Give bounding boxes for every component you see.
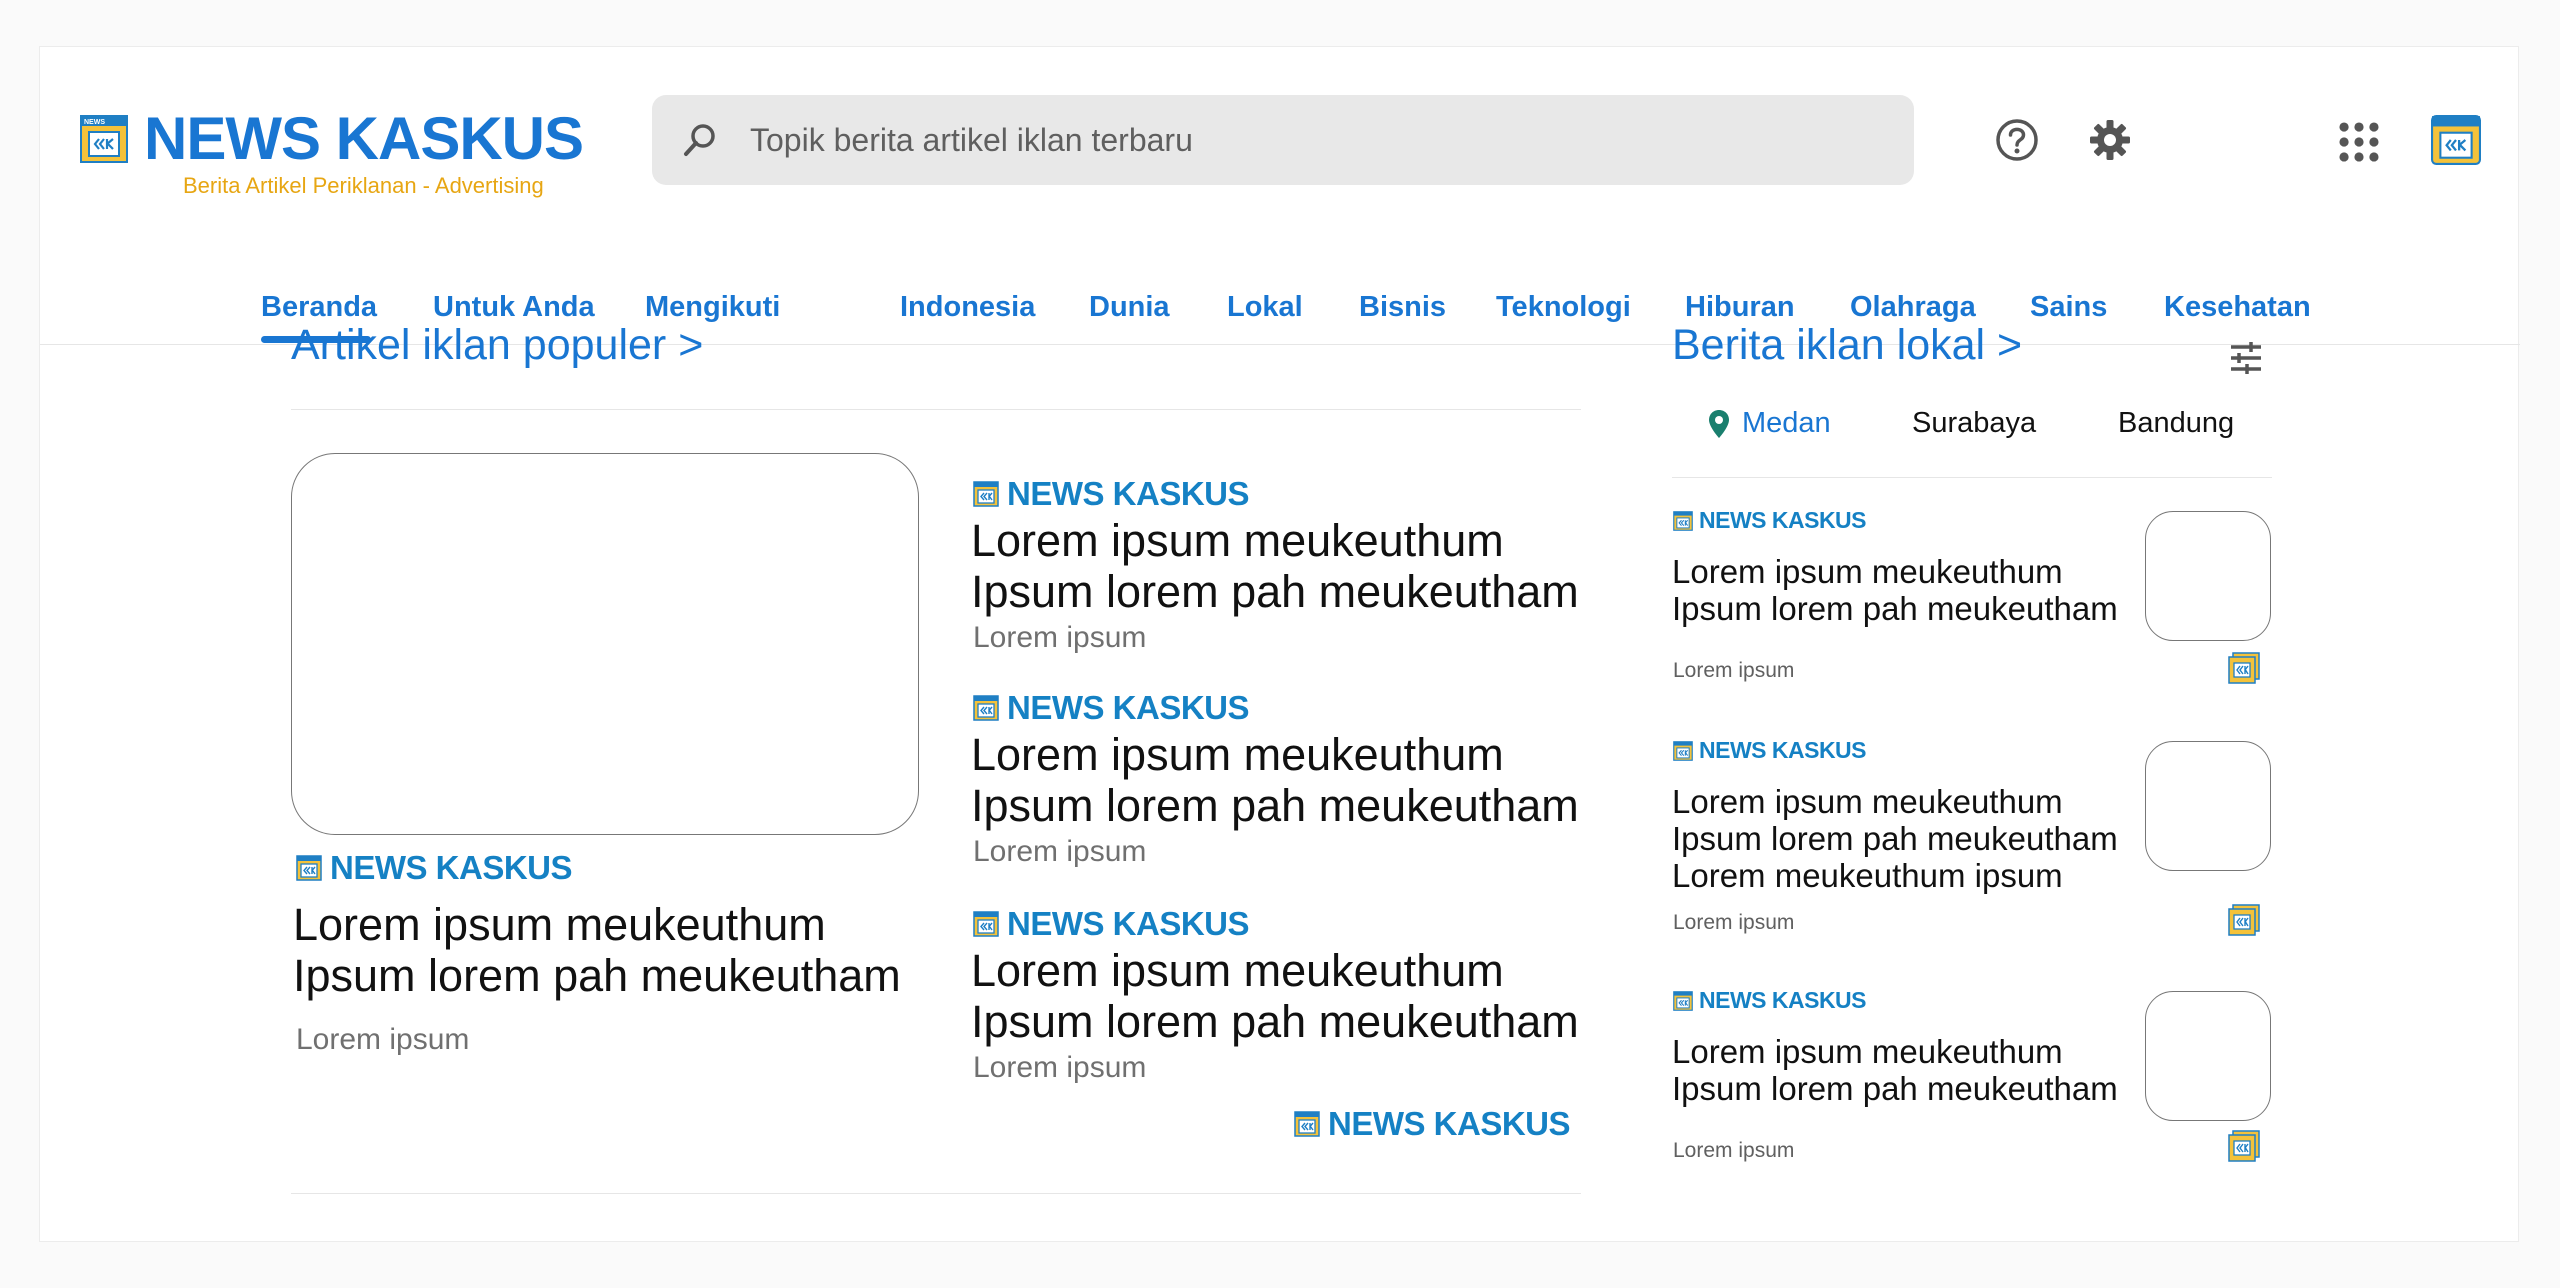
featured-article-source[interactable]: NEWS KASKUS [296,849,573,887]
location-tab-surabaya[interactable]: Surabaya [1912,407,2036,440]
local-section-title[interactable]: Berita iklan lokal > [1672,321,2022,370]
article-2-source[interactable]: NEWS KASKUS [973,689,1250,727]
logo-icon: NEWS [80,115,128,163]
local-article-2-source-icon[interactable] [2227,903,2261,937]
local-article-2-source[interactable]: NEWS KASKUS [1673,737,1867,764]
nav-tab-teknologi[interactable]: Teknologi [1496,291,1631,324]
featured-article-headline[interactable]: Lorem ipsum meukeuthum Ipsum lorem pah m… [293,899,901,1001]
popular-section-title[interactable]: Artikel iklan populer > [291,321,703,370]
article-1-headline[interactable]: Lorem ipsum meukeuthum Ipsum lorem pah m… [971,515,1579,617]
local-article-1-headline[interactable]: Lorem ipsum meukeuthum Ipsum lorem pah m… [1672,553,2118,627]
brand-name: NEWS KASKUS [144,105,584,172]
more-from-source-link[interactable]: NEWS KASKUS [1294,1105,1571,1143]
popular-top-divider [291,409,1581,410]
location-tab-medan[interactable]: Medan [1708,407,1831,440]
nav-tab-lokal[interactable]: Lokal [1227,291,1303,324]
search-input[interactable] [750,121,1850,159]
apps-icon[interactable] [2336,119,2382,165]
local-article-2-meta: Lorem ipsum [1673,911,1795,934]
local-article-2-image[interactable] [2145,741,2271,871]
featured-article-image[interactable] [291,453,919,835]
popular-bottom-divider [291,1193,1581,1194]
source-logo-icon [296,855,322,881]
local-article-2-headline[interactable]: Lorem ipsum meukeuthum Ipsum lorem pah m… [1672,783,2118,894]
article-3-headline[interactable]: Lorem ipsum meukeuthum Ipsum lorem pah m… [971,945,1579,1047]
article-1-source[interactable]: NEWS KASKUS [973,475,1250,513]
local-article-3-image[interactable] [2145,991,2271,1121]
source-logo-icon [973,481,999,507]
local-article-1-meta: Lorem ipsum [1673,659,1795,682]
local-article-1-image[interactable] [2145,511,2271,641]
search-icon[interactable] [680,120,720,160]
nav-tab-beranda[interactable]: Beranda [261,291,377,324]
article-1-meta: Lorem ipsum [973,621,1147,654]
article-2-meta: Lorem ipsum [973,835,1147,868]
nav-tab-hiburan[interactable]: Hiburan [1685,291,1795,324]
local-article-3-source[interactable]: NEWS KASKUS [1673,987,1867,1014]
nav-tab-indonesia[interactable]: Indonesia [900,291,1035,324]
source-logo-icon [1673,740,1693,761]
local-article-1-source[interactable]: NEWS KASKUS [1673,507,1867,534]
article-3-meta: Lorem ipsum [973,1051,1147,1084]
site-logo[interactable]: NEWS NEWS KASKUS Berita Artikel Periklan… [80,103,584,198]
local-article-1-source-icon[interactable] [2227,651,2261,685]
nav-tab-mengikuti[interactable]: Mengikuti [645,291,780,324]
brand-tagline: Berita Artikel Periklanan - Advertising [183,173,544,198]
search-bar[interactable] [652,95,1914,185]
article-2-headline[interactable]: Lorem ipsum meukeuthum Ipsum lorem pah m… [971,729,1579,831]
local-article-3-meta: Lorem ipsum [1673,1139,1795,1162]
nav-tab-dunia[interactable]: Dunia [1089,291,1170,324]
gear-icon[interactable] [2087,117,2133,163]
filter-icon[interactable] [2227,339,2265,377]
nav-tab-bisnis[interactable]: Bisnis [1359,291,1446,324]
nav-tab-untuk-anda[interactable]: Untuk Anda [433,291,595,324]
article-3-source[interactable]: NEWS KASKUS [973,905,1250,943]
source-logo-icon [1673,510,1693,531]
nav-tab-sains[interactable]: Sains [2030,291,2107,324]
featured-article-meta: Lorem ipsum [296,1023,470,1056]
local-top-divider [1672,477,2272,478]
location-tab-bandung[interactable]: Bandung [2118,407,2234,440]
local-article-3-headline[interactable]: Lorem ipsum meukeuthum Ipsum lorem pah m… [1672,1033,2118,1107]
source-logo-icon [973,911,999,937]
help-icon[interactable] [1994,117,2040,163]
page-frame: NEWS NEWS KASKUS Berita Artikel Periklan… [39,46,2520,1242]
local-article-3-source-icon[interactable] [2227,1129,2261,1163]
location-pin-icon [1709,409,1729,438]
source-logo-icon [973,695,999,721]
nav-tab-olahraga[interactable]: Olahraga [1850,291,1976,324]
source-logo-icon [1294,1111,1320,1137]
svg-text:NEWS: NEWS [84,119,105,126]
source-logo-icon [1673,990,1693,1011]
profile-icon[interactable] [2431,115,2481,165]
nav-tab-kesehatan[interactable]: Kesehatan [2164,291,2311,324]
